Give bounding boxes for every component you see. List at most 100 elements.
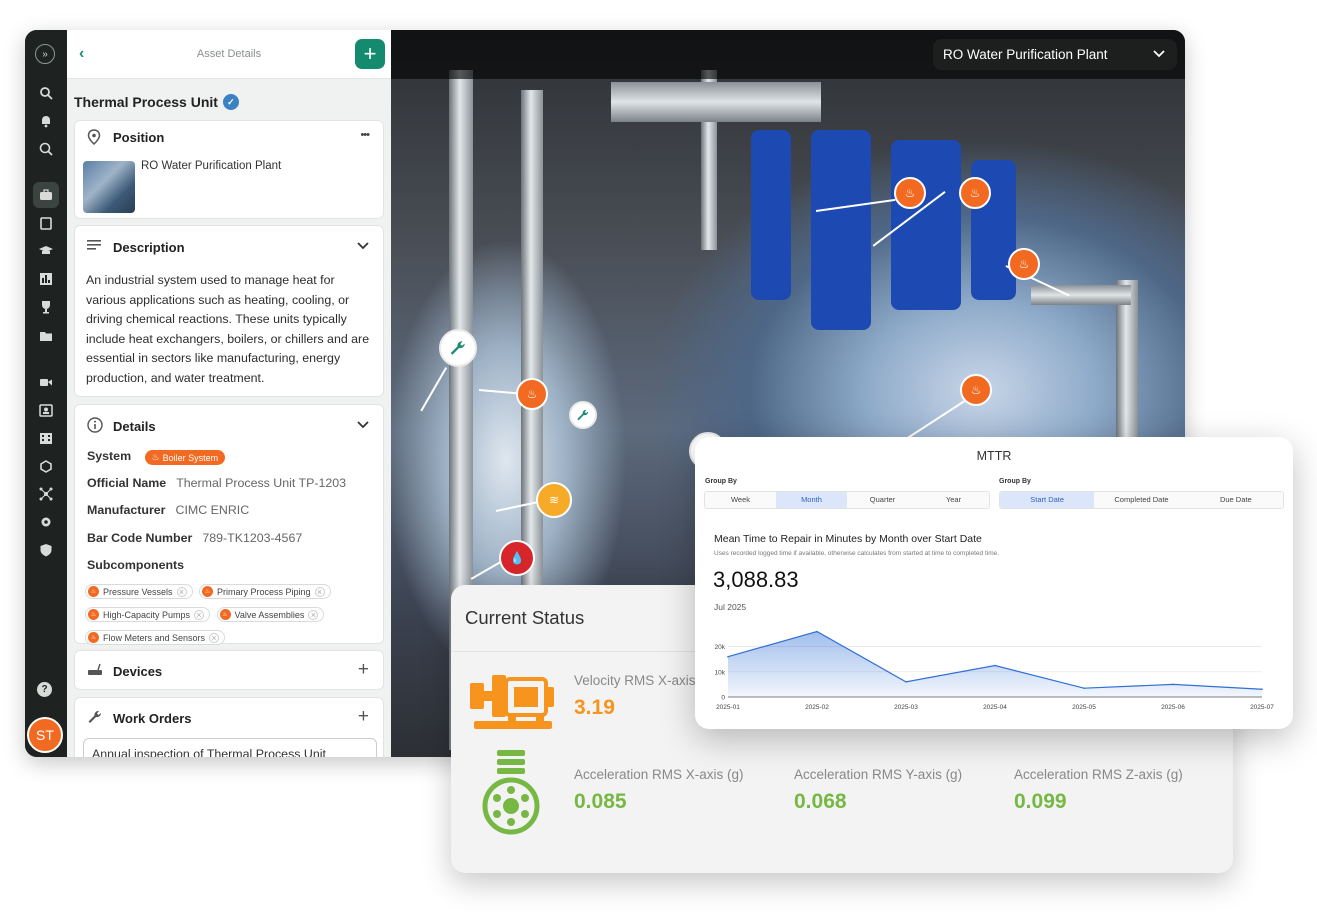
briefcase-icon[interactable] xyxy=(33,182,59,208)
map-pin-icon xyxy=(87,129,101,148)
position-title: Position xyxy=(113,130,165,145)
tab-completed-date[interactable]: Completed Date xyxy=(1094,492,1188,508)
droplet-hotspot-icon[interactable]: 💧 xyxy=(499,540,535,576)
bell-icon[interactable] xyxy=(36,111,56,131)
group-by-label: Group By xyxy=(705,478,737,485)
clipboard-icon[interactable] xyxy=(36,213,56,233)
subcomponent-chip[interactable]: ♨ High-Capacity Pumps × xyxy=(85,607,211,622)
y-tick-label: 20k xyxy=(715,644,726,651)
tab-quarter[interactable]: Quarter xyxy=(847,492,918,508)
accel-x-label: Acceleration RMS X-axis (g) xyxy=(574,767,744,782)
more-options-button[interactable]: ••• xyxy=(360,129,370,141)
manufacturer-value: CIMC ENRIC xyxy=(175,503,250,517)
bearing-icon xyxy=(482,750,540,835)
subcomponent-chip[interactable]: ♨ Primary Process Piping × xyxy=(198,584,331,599)
expand-sidebar-button[interactable]: » xyxy=(35,44,55,64)
chevron-down-icon[interactable] xyxy=(357,237,369,253)
flame-icon: ♨ xyxy=(88,609,99,620)
chevron-down-icon[interactable] xyxy=(357,416,369,432)
x-tick-label: 2025-03 xyxy=(894,704,918,711)
remove-icon[interactable]: × xyxy=(209,632,220,643)
folder-icon[interactable] xyxy=(36,326,56,346)
heat-hotspot-icon[interactable]: ♨ xyxy=(894,177,926,209)
valve-block xyxy=(751,130,791,300)
tab-start-date[interactable]: Start Date xyxy=(1000,492,1095,508)
asset-thumbnail[interactable] xyxy=(83,161,135,213)
subcomponent-chip[interactable]: ♨ Valve Assemblies × xyxy=(216,607,325,622)
velocity-label: Velocity RMS X-axis xyxy=(574,673,696,688)
details-title: Details xyxy=(113,419,156,434)
remove-icon[interactable]: × xyxy=(314,586,325,597)
heat-hotspot-icon[interactable]: ♨ xyxy=(960,374,992,406)
building-icon[interactable] xyxy=(36,428,56,448)
help-icon[interactable]: ? xyxy=(37,682,52,697)
accel-z-value: 0.099 xyxy=(1014,790,1067,813)
barcode-label: Bar Code Number xyxy=(87,531,193,545)
graduation-cap-icon[interactable] xyxy=(36,241,56,261)
chevron-down-icon xyxy=(1153,47,1165,61)
airflow-hotspot-icon[interactable]: ≋ xyxy=(536,482,572,518)
network-icon[interactable] xyxy=(36,484,56,504)
position-card: Position ••• RO Water Purification Plant xyxy=(74,120,384,219)
shield-icon[interactable] xyxy=(36,540,56,560)
globe-search-icon[interactable] xyxy=(36,139,56,159)
tab-month[interactable]: Month xyxy=(776,492,847,508)
heat-hotspot-icon[interactable]: ♨ xyxy=(516,378,548,410)
wrench-hotspot-icon[interactable] xyxy=(569,401,597,429)
data-point xyxy=(816,630,818,633)
remove-icon[interactable]: × xyxy=(176,586,187,597)
system-tag[interactable]: ♨ Boiler System xyxy=(144,450,226,465)
remove-icon[interactable]: × xyxy=(308,609,319,620)
search-icon[interactable] xyxy=(36,83,56,103)
area-fill xyxy=(728,631,1262,697)
user-avatar[interactable]: ST xyxy=(27,717,63,753)
tab-due-date[interactable]: Due Date xyxy=(1189,492,1283,508)
flame-icon: ♨ xyxy=(88,586,99,597)
icon-rail: » ? ST xyxy=(25,30,67,757)
cube-scan-icon[interactable] xyxy=(36,456,56,476)
data-point xyxy=(905,681,907,683)
asset-title: Thermal Process Unit ✓ xyxy=(74,94,239,110)
hotspot-leader xyxy=(478,389,519,394)
position-location[interactable]: RO Water Purification Plant xyxy=(141,160,281,172)
details-card: Details System ♨ Boiler System Official N… xyxy=(74,404,384,645)
work-orders-title: Work Orders xyxy=(113,711,192,726)
flame-icon: ♨ xyxy=(219,609,231,620)
gear-icon[interactable] xyxy=(36,512,56,532)
official-name-value: Thermal Process Unit TP-1203 xyxy=(176,476,347,490)
remove-icon[interactable]: × xyxy=(194,609,205,620)
panel-title: Asset Details xyxy=(196,48,262,60)
site-selector[interactable]: RO Water Purification Plant xyxy=(933,39,1177,70)
tab-week[interactable]: Week xyxy=(705,492,776,508)
mttr-big-value: 3,088.83 xyxy=(713,567,799,592)
x-tick-label: 2025-06 xyxy=(1161,704,1185,711)
y-tick-label: 0 xyxy=(721,695,725,702)
flame-icon: ♨ xyxy=(201,586,213,597)
devices-card: Devices + xyxy=(74,650,384,690)
contact-card-icon[interactable] xyxy=(36,400,56,420)
data-point xyxy=(727,655,729,658)
add-button[interactable]: + xyxy=(355,39,385,69)
flame-icon: ♨ xyxy=(151,452,160,462)
x-tick-label: 2025-07 xyxy=(1250,704,1274,711)
x-tick-label: 2025-01 xyxy=(716,704,740,711)
video-camera-icon[interactable] xyxy=(36,372,56,392)
subcomponent-chip[interactable]: ♨ Pressure Vessels × xyxy=(85,584,193,599)
accel-z-label: Acceleration RMS Z-axis (g) xyxy=(1014,767,1183,782)
data-point xyxy=(1172,683,1174,686)
heat-hotspot-icon[interactable]: ♨ xyxy=(959,177,991,209)
router-icon xyxy=(87,662,103,679)
wrench-hotspot-icon[interactable] xyxy=(439,329,477,367)
trophy-icon[interactable] xyxy=(36,297,56,317)
add-device-button[interactable]: + xyxy=(358,659,369,681)
subcomponents-row: Subcomponents xyxy=(87,558,194,572)
subcomponent-chip[interactable]: ♨ Flow Meters and Sensors × xyxy=(85,630,226,645)
bar-chart-icon[interactable] xyxy=(36,269,56,289)
tab-year[interactable]: Year xyxy=(918,492,989,508)
add-work-order-button[interactable]: + xyxy=(358,706,369,728)
horizontal-pipe xyxy=(611,82,821,122)
work-order-item[interactable]: Annual inspection of Thermal Process Uni… xyxy=(83,738,377,757)
subcomponent-chips: ♨ Pressure Vessels × ♨ Primary Process Pipi… xyxy=(85,580,375,649)
description-title: Description xyxy=(113,240,185,255)
heat-hotspot-icon[interactable]: ♨ xyxy=(1008,248,1040,280)
